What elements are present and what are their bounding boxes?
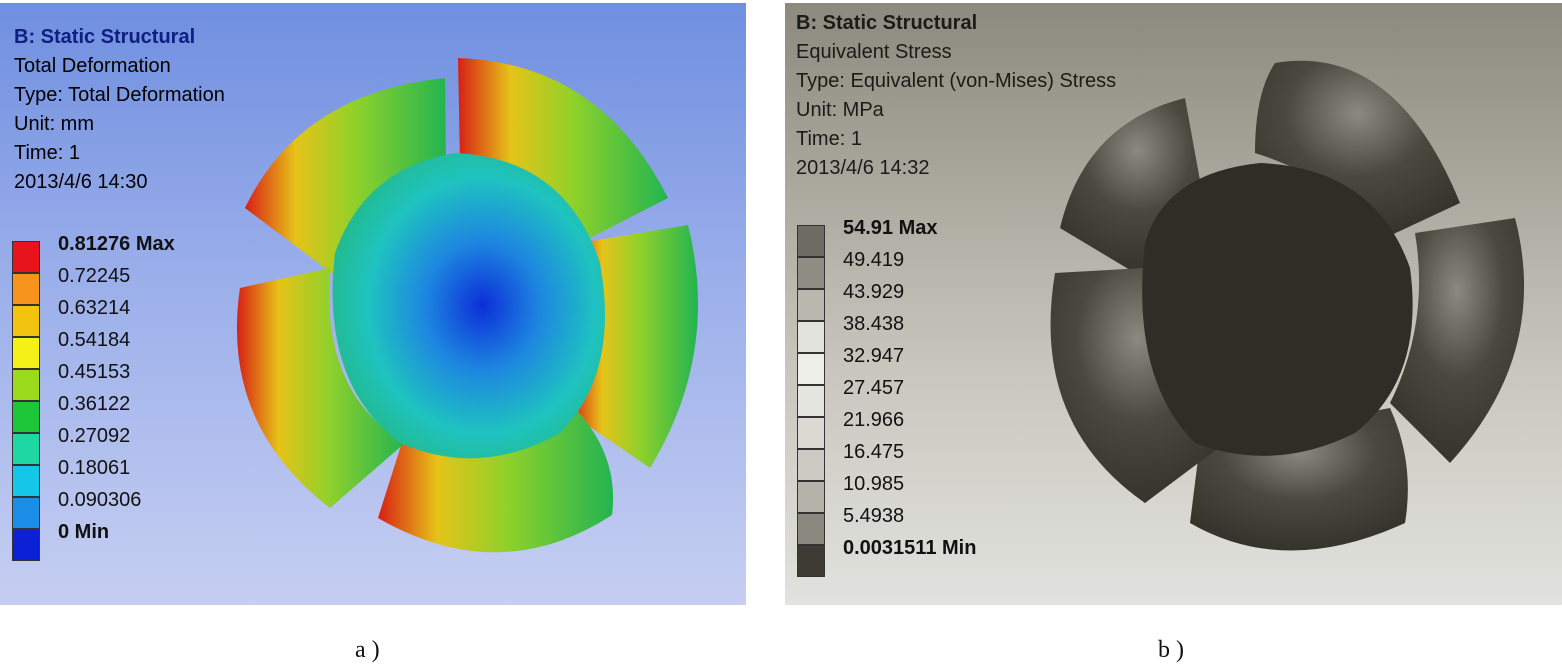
legend-swatch	[797, 417, 825, 449]
result-name: Total Deformation	[14, 55, 171, 77]
blade-right	[1390, 218, 1525, 463]
legend-label: 21.966	[843, 409, 905, 431]
legend-swatch	[797, 289, 825, 321]
result-unit: Unit: mm	[14, 113, 94, 135]
legend-swatch	[797, 353, 825, 385]
legend-swatch	[797, 545, 825, 577]
legend-label: 0.54184	[58, 329, 131, 351]
caption-b: b )	[1158, 637, 1184, 663]
legend-label: 0.45153	[58, 361, 131, 383]
analysis-title: B: Static Structural	[14, 26, 196, 48]
legend-label: 10.985	[843, 473, 905, 495]
legend-label: 0.72245	[58, 265, 131, 287]
legend-label: 0.0031511 Min	[843, 537, 977, 559]
legend-label: 32.947	[843, 345, 905, 367]
legend-label: 0.27092	[58, 425, 131, 447]
legend-swatch	[797, 257, 825, 289]
legend-label: 0 Min	[58, 521, 110, 543]
result-timestamp: 2013/4/6 14:32	[796, 157, 930, 179]
legend-swatch	[797, 481, 825, 513]
result-timestamp: 2013/4/6 14:30	[14, 171, 148, 193]
legend-swatch	[12, 241, 40, 273]
legend-label: 49.419	[843, 249, 905, 271]
legend-swatch	[12, 305, 40, 337]
result-time: Time: 1	[796, 128, 862, 150]
result-info: B: Static Structural Equivalent Stress T…	[796, 9, 1116, 183]
caption-a: a )	[355, 637, 380, 663]
legend-label: 27.457	[843, 377, 905, 399]
legend-swatch	[12, 529, 40, 561]
result-type: Type: Total Deformation	[14, 84, 225, 106]
legend-swatch	[12, 497, 40, 529]
result-name: Equivalent Stress	[796, 41, 952, 63]
legend-label: 38.438	[843, 313, 905, 335]
legend-label: 43.929	[843, 281, 905, 303]
legend-swatch	[797, 513, 825, 545]
legend-swatch	[12, 465, 40, 497]
total-deformation-panel: B: Static Structural Total Deformation T…	[0, 3, 746, 605]
legend-label: 5.4938	[843, 505, 905, 527]
result-time: Time: 1	[14, 142, 80, 164]
hub-body	[1142, 163, 1413, 456]
legend-swatch	[12, 337, 40, 369]
legend-label: 0.81276 Max	[58, 233, 175, 255]
legend-swatch	[797, 449, 825, 481]
analysis-title: B: Static Structural	[796, 12, 978, 34]
legend-label: 0.18061	[58, 457, 131, 479]
legend-swatch	[12, 369, 40, 401]
legend-swatch	[797, 321, 825, 353]
result-unit: Unit: MPa	[796, 99, 884, 121]
legend-swatch	[12, 401, 40, 433]
legend-label: 0.63214	[58, 297, 131, 319]
legend-label: 16.475	[843, 441, 905, 463]
legend-swatch	[12, 433, 40, 465]
legend-label: 0.36122	[58, 393, 131, 415]
legend-swatch	[12, 273, 40, 305]
legend-label: 54.91 Max	[843, 217, 938, 239]
equivalent-stress-panel: B: Static Structural Equivalent Stress T…	[785, 3, 1562, 605]
legend-swatch	[797, 385, 825, 417]
legend-swatch	[797, 225, 825, 257]
legend-label: 0.090306	[58, 489, 142, 511]
result-info: B: Static Structural Total Deformation T…	[14, 23, 225, 197]
result-type: Type: Equivalent (von-Mises) Stress	[796, 70, 1117, 92]
